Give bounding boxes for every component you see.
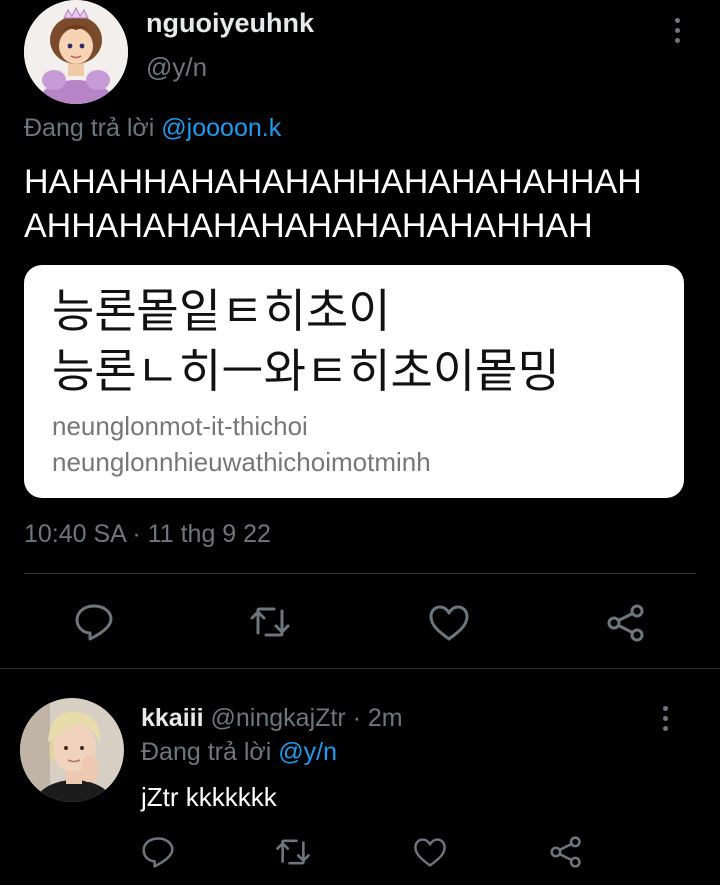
share-icon — [550, 836, 581, 868]
like-button[interactable] — [428, 604, 470, 642]
person-avatar-image — [20, 698, 124, 802]
main-tweet-text: HAHAHHAHAHAHAHHAHAHAHAHHAH AHHAHAHAHAHAH… — [24, 160, 642, 248]
tweet-timestamp[interactable]: 10:40 SA · 11 thg 9 22 — [24, 520, 271, 549]
reply-reply-button[interactable] — [141, 836, 175, 868]
like-icon — [414, 838, 446, 867]
princess-avatar-image — [24, 0, 128, 104]
image-romanized-line-2: neunglonnhieuwathichoimotminh — [52, 447, 431, 477]
reply-icon — [75, 604, 113, 641]
retweet-icon — [276, 839, 310, 865]
main-reply-context: Đang trả lời @joooon.k — [24, 114, 281, 143]
reply-display-name[interactable]: kkaiii — [141, 704, 204, 732]
main-avatar[interactable] — [24, 0, 128, 104]
retweet-icon — [250, 607, 290, 637]
reply-reply-target-link[interactable]: @y/n — [278, 738, 337, 766]
reply-text: jZtr kkkkkkk — [141, 782, 277, 812]
reply-header: kkaiii @ningkajZtr · 2m — [141, 704, 403, 733]
tweet-image[interactable]: 능론뫁잍ㅌ히초이 능론ㄴ히ㅡ와ㅌ히초이뫁밍 neunglonmot-it-thi… — [24, 265, 684, 498]
like-icon — [429, 605, 469, 641]
share-icon — [607, 604, 644, 642]
divider-bottom — [0, 668, 720, 669]
reply-handle-time[interactable]: @ningkajZtr · 2m — [211, 704, 403, 732]
image-korean-line-2: 능론ㄴ히ㅡ와ㅌ히초이뫁밍 — [52, 344, 560, 398]
main-display-name[interactable]: nguoiyeuhnk — [146, 8, 314, 39]
reply-avatar[interactable] — [20, 698, 124, 802]
more-options-icon[interactable] — [675, 18, 680, 43]
reply-icon — [142, 837, 174, 868]
reply-retweet-button[interactable] — [274, 837, 312, 867]
reply-target-link[interactable]: @joooon.k — [161, 114, 281, 142]
tweet-text-line-2: AHHAHAHAHAHAHAHAHAHAHHAH — [24, 207, 593, 245]
image-romanized-line-1: neunglonmot-it-thichoi — [52, 411, 308, 441]
share-button[interactable] — [606, 604, 646, 642]
image-korean-line-1: 능론뫁잍ㅌ히초이 — [52, 284, 391, 338]
tweet-text-line-1: HAHAHHAHAHAHAHHAHAHAHAHHAH — [24, 163, 642, 201]
reply-share-button[interactable] — [549, 836, 583, 868]
retweet-button[interactable] — [248, 605, 292, 639]
divider-top — [24, 573, 696, 574]
reply-reply-prefix: Đang trả lời — [141, 738, 272, 766]
main-handle[interactable]: @y/n — [146, 52, 207, 83]
reply-prefix: Đang trả lời — [24, 114, 155, 142]
reply-reply-context: Đang trả lời @y/n — [141, 738, 337, 767]
reply-like-button[interactable] — [413, 837, 447, 868]
reply-button[interactable] — [74, 603, 114, 641]
reply-more-options-icon[interactable] — [663, 706, 668, 731]
